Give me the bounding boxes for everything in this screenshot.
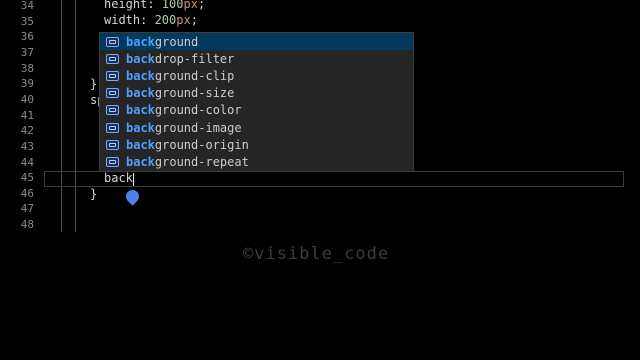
line-number: 37	[20, 45, 34, 59]
suggestion-item[interactable]: back ground-origin	[100, 136, 413, 153]
css-unit: px	[183, 0, 198, 11]
text-caret	[133, 173, 134, 186]
suggestion-item[interactable]: back ground-image	[100, 119, 413, 136]
suggestion-item[interactable]: back ground-clip	[100, 67, 413, 84]
property-icon	[106, 105, 119, 116]
line-number: 46	[20, 186, 34, 200]
suggestion-rest: ground-size	[154, 86, 235, 101]
watermark: ©visible_code	[243, 244, 390, 264]
property-icon	[106, 70, 119, 81]
indent-guide	[75, 0, 76, 232]
property-icon	[106, 139, 119, 150]
suggestion-match: back	[126, 154, 155, 169]
suggestion-rest: ground-repeat	[154, 154, 249, 169]
code-editor[interactable]: 34 35 36 37 38 39 40 41 42 43 44 45 46 47 48 height: 1…	[0, 0, 640, 360]
line-number: 43	[20, 139, 34, 153]
code-line-45[interactable]: back	[104, 171, 133, 187]
suggestion-match: back	[126, 34, 155, 49]
css-unit: px	[176, 13, 191, 27]
suggestion-match: back	[126, 103, 155, 118]
property-icon	[106, 36, 119, 47]
indent-guide	[61, 0, 62, 232]
suggestion-item[interactable]: back ground-repeat	[100, 153, 413, 170]
suggestion-match: back	[126, 120, 155, 135]
suggestion-item[interactable]: back ground-size	[100, 85, 413, 102]
suggestion-rest: ground-clip	[154, 68, 235, 83]
css-semicolon: ;	[197, 0, 206, 11]
property-icon	[106, 53, 119, 64]
css-number: 200	[154, 13, 177, 27]
line-number: 44	[20, 155, 34, 169]
line-number: 39	[20, 77, 34, 91]
suggestion-rest: ground-image	[154, 120, 242, 135]
property-icon	[106, 122, 119, 133]
code-line-39: }	[90, 77, 98, 91]
line-number: 35	[20, 14, 34, 28]
autocomplete-suggestions[interactable]: back ground back drop-filter back ground-clip…	[99, 32, 414, 172]
line-number: 34	[20, 0, 34, 12]
suggestion-rest: drop-filter	[154, 51, 235, 66]
suggestion-match: back	[126, 51, 155, 66]
property-icon	[106, 88, 119, 99]
suggestion-match: back	[126, 137, 155, 152]
selection-handle-icon[interactable]	[123, 187, 142, 206]
line-number: 38	[20, 61, 34, 75]
code-line-34: height: 100px;	[104, 0, 205, 13]
property-icon	[106, 156, 119, 167]
css-semicolon: ;	[190, 13, 198, 27]
css-property: height:	[104, 0, 162, 11]
line-number: 41	[20, 108, 34, 122]
line-number: 40	[20, 92, 34, 106]
suggestion-rest: ground-origin	[154, 137, 249, 152]
code-line-46: }	[90, 187, 98, 201]
suggestion-match: back	[126, 86, 155, 101]
suggestion-rest: ground	[154, 34, 199, 49]
css-property: width:	[104, 13, 155, 27]
suggestion-item[interactable]: back ground	[100, 33, 413, 50]
suggestion-match: back	[126, 68, 155, 83]
suggestion-item[interactable]: back drop-filter	[100, 50, 413, 67]
css-number: 100	[161, 0, 184, 11]
line-number: 48	[20, 218, 34, 232]
line-number: 45	[20, 171, 34, 185]
line-number: 47	[20, 202, 34, 216]
line-number: 36	[20, 30, 34, 44]
line-number: 42	[20, 124, 34, 138]
code-line-35: width: 200px;	[104, 13, 198, 29]
suggestion-rest: ground-color	[154, 103, 242, 118]
suggestion-item[interactable]: back ground-color	[100, 102, 413, 119]
